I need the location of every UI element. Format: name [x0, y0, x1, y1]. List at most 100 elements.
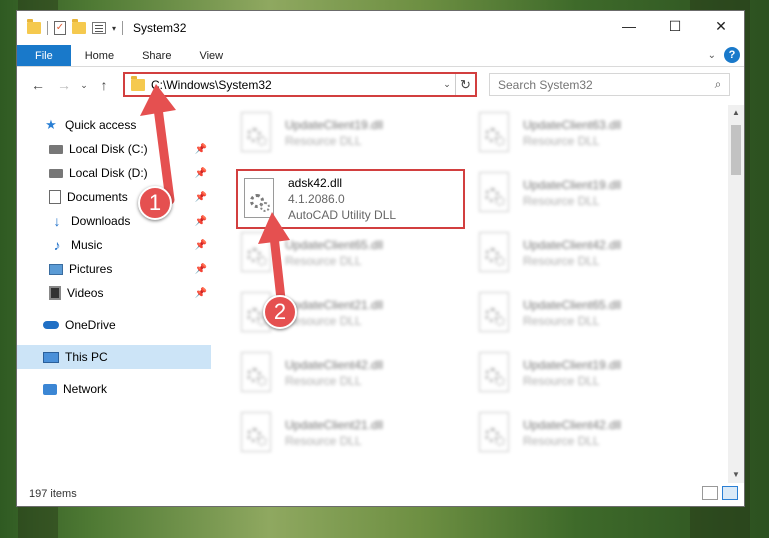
- download-arrow-icon: ↓: [53, 213, 61, 229]
- sidebar-item-quick-access[interactable]: ★ Quick access: [17, 113, 211, 137]
- dll-file-icon: [477, 172, 511, 214]
- tiles-view-icon[interactable]: [722, 486, 738, 500]
- computer-icon: [43, 351, 59, 363]
- recent-locations-dropdown[interactable]: ⌄: [77, 80, 91, 91]
- sidebar-item-music[interactable]: ♪ Music 📌: [17, 233, 211, 257]
- file-type: Resource DLL: [523, 314, 600, 328]
- sidebar-item-downloads[interactable]: ↓ Downloads 📌: [17, 209, 211, 233]
- list-item[interactable]: UpdateClient63.dll Resource DLL: [477, 107, 702, 159]
- pin-icon: 📌: [194, 191, 207, 203]
- title-bar: ✓ ▾ System32 — ☐ ✕: [17, 11, 744, 45]
- vertical-scrollbar[interactable]: ▲ ▼: [728, 105, 744, 483]
- dll-file-icon: [239, 232, 273, 274]
- navigation-pane: ★ Quick access Local Disk (C:) 📌 Local D…: [17, 105, 211, 483]
- sidebar-item-label: Music: [71, 238, 103, 252]
- star-icon: ★: [45, 117, 57, 132]
- file-name: UpdateClient42.dll: [523, 418, 622, 432]
- tab-home[interactable]: Home: [71, 45, 128, 66]
- sidebar-item-label: Documents: [67, 190, 128, 204]
- drive-icon: [49, 144, 63, 154]
- address-dropdown-icon[interactable]: ⌄: [439, 79, 455, 90]
- divider: [122, 21, 124, 35]
- pictures-icon: [49, 263, 63, 275]
- item-count: 197 items: [29, 488, 77, 500]
- search-box[interactable]: ⌕: [489, 73, 730, 96]
- list-item[interactable]: UpdateClient42.dll Resource DLL: [239, 347, 464, 399]
- navigation-bar: ← → ⌄ ↑ C:\Windows\System32 ⌄ ↻ ⌕: [17, 67, 744, 103]
- close-button[interactable]: ✕: [698, 11, 744, 41]
- sidebar-item-local-disk-d[interactable]: Local Disk (D:) 📌: [17, 161, 211, 185]
- sidebar-item-network[interactable]: Network: [17, 377, 211, 401]
- file-name: UpdateClient21.dll: [285, 298, 384, 312]
- address-path[interactable]: C:\Windows\System32: [151, 78, 439, 92]
- list-item[interactable]: UpdateClient19.dll Resource DLL: [477, 167, 702, 219]
- list-item[interactable]: UpdateClient21.dll Resource DLL: [239, 407, 464, 459]
- minimize-button[interactable]: —: [606, 11, 652, 41]
- file-name: UpdateClient42.dll: [285, 358, 384, 372]
- back-button[interactable]: ←: [25, 77, 51, 93]
- folder-icon[interactable]: [27, 19, 41, 34]
- list-item[interactable]: UpdateClient42.dll Resource DLL: [477, 227, 702, 279]
- sidebar-item-label: Quick access: [65, 118, 137, 132]
- sidebar-item-label: Network: [63, 382, 108, 396]
- file-name: adsk42.dll: [288, 176, 343, 190]
- sidebar-item-this-pc[interactable]: This PC: [17, 345, 211, 369]
- pin-icon: 📌: [194, 239, 207, 251]
- sidebar-item-videos[interactable]: Videos 📌: [17, 281, 211, 305]
- sidebar-item-label: Downloads: [71, 214, 131, 228]
- sidebar-item-pictures[interactable]: Pictures 📌: [17, 257, 211, 281]
- file-type: Resource DLL: [285, 374, 362, 388]
- file-type: Resource DLL: [523, 134, 600, 148]
- properties-check-icon[interactable]: ✓: [54, 21, 66, 35]
- sidebar-item-local-disk-c[interactable]: Local Disk (C:) 📌: [17, 137, 211, 161]
- file-name: UpdateClient42.dll: [523, 238, 622, 252]
- tab-share[interactable]: Share: [128, 45, 185, 66]
- window-controls: — ☐ ✕: [606, 11, 744, 41]
- file-type: Resource DLL: [285, 314, 362, 328]
- new-folder-icon[interactable]: [72, 19, 86, 34]
- scroll-up-icon[interactable]: ▲: [728, 105, 744, 121]
- step-1-badge: 1: [138, 186, 172, 220]
- list-item-adsk42[interactable]: adsk42.dll 4.1.2086.0 AutoCAD Utility DL…: [236, 169, 465, 229]
- forward-button[interactable]: →: [51, 77, 77, 93]
- sidebar-item-onedrive[interactable]: OneDrive: [17, 313, 211, 337]
- pin-icon: 📌: [194, 215, 207, 227]
- cloud-icon: [43, 321, 59, 329]
- scrollbar-thumb[interactable]: [731, 125, 741, 175]
- file-type: Resource DLL: [523, 194, 600, 208]
- quick-access-toolbar: ✓ ▾ System32: [27, 19, 187, 35]
- file-type: Resource DLL: [285, 254, 362, 268]
- list-item[interactable]: UpdateClient65.dll Resource DLL: [477, 287, 702, 339]
- list-item[interactable]: UpdateClient65.dll Resource DLL: [239, 227, 464, 279]
- list-item[interactable]: UpdateClient42.dll Resource DLL: [477, 407, 702, 459]
- up-button[interactable]: ↑: [91, 77, 117, 93]
- details-view-icon[interactable]: [702, 486, 718, 500]
- pin-icon: 📌: [194, 287, 207, 299]
- window-title: System32: [133, 21, 187, 35]
- tab-file[interactable]: File: [17, 45, 71, 66]
- search-input[interactable]: [498, 77, 707, 92]
- help-button[interactable]: ?: [724, 47, 740, 63]
- pin-icon: 📌: [194, 263, 207, 275]
- scroll-down-icon[interactable]: ▼: [728, 467, 744, 483]
- list-item[interactable]: UpdateClient19.dll Resource DLL: [239, 107, 464, 159]
- maximize-button[interactable]: ☐: [652, 11, 698, 41]
- tab-view[interactable]: View: [185, 45, 237, 66]
- file-name: UpdateClient65.dll: [523, 298, 622, 312]
- refresh-icon[interactable]: ↻: [455, 74, 475, 95]
- pin-icon: 📌: [194, 143, 207, 155]
- expand-ribbon-icon[interactable]: ⌄: [708, 50, 716, 61]
- file-version: 4.1.2086.0: [288, 192, 345, 206]
- sidebar-item-label: Local Disk (C:): [69, 142, 148, 156]
- properties-icon[interactable]: [92, 22, 106, 34]
- file-name: UpdateClient19.dll: [523, 358, 622, 372]
- file-type: AutoCAD Utility DLL: [288, 208, 397, 222]
- customize-dropdown-icon[interactable]: ▾: [112, 24, 116, 33]
- sidebar-item-documents[interactable]: Documents 📌: [17, 185, 211, 209]
- address-bar[interactable]: C:\Windows\System32 ⌄ ↻: [123, 72, 477, 97]
- file-name: UpdateClient19.dll: [523, 178, 622, 192]
- file-type: Resource DLL: [523, 254, 600, 268]
- search-icon[interactable]: ⌕: [707, 77, 729, 92]
- file-name: UpdateClient65.dll: [285, 238, 384, 252]
- list-item[interactable]: UpdateClient19.dll Resource DLL: [477, 347, 702, 399]
